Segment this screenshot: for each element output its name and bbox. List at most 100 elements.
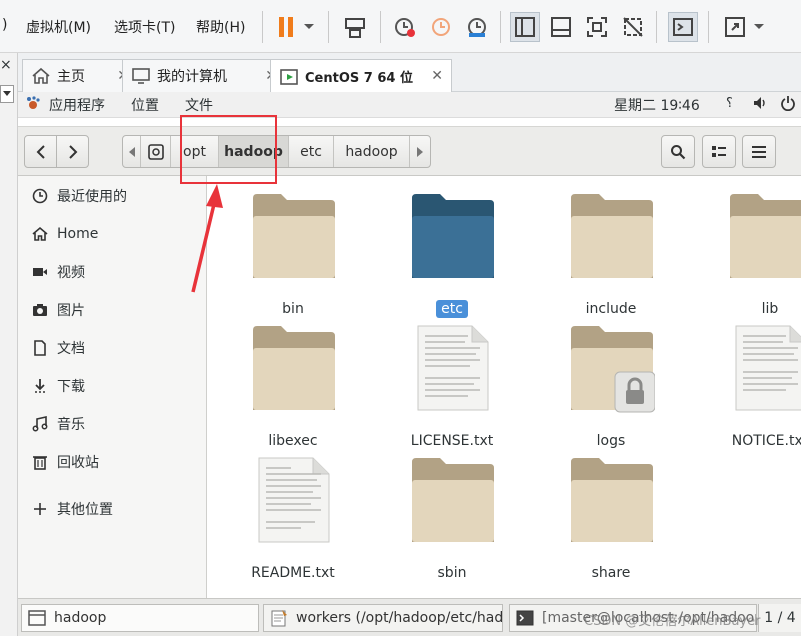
sidebar-item-downloads[interactable]: 下载 bbox=[18, 369, 207, 403]
clock[interactable]: 星期二 19∶46 bbox=[614, 95, 700, 115]
breadcrumb-scroll-right[interactable] bbox=[410, 136, 430, 167]
breadcrumb-hadoop-sub[interactable]: hadoop bbox=[334, 136, 410, 167]
view-toggle-button[interactable] bbox=[702, 135, 736, 168]
text-file-icon bbox=[258, 457, 330, 543]
back-button[interactable] bbox=[24, 135, 57, 168]
sidebar-item-documents[interactable]: 文档 bbox=[18, 331, 207, 365]
menu-tabs[interactable]: 选项卡(T) bbox=[114, 17, 175, 37]
file-item-lib[interactable]: lib bbox=[710, 192, 801, 322]
file-name: NOTICE.txt bbox=[731, 433, 801, 449]
file-name: logs bbox=[596, 433, 626, 449]
search-icon bbox=[671, 144, 686, 159]
menu-button[interactable] bbox=[742, 135, 776, 168]
task-item-hadoop[interactable]: hadoop bbox=[21, 604, 259, 632]
files-menu[interactable]: 文件 bbox=[185, 95, 213, 115]
task-item-workers[interactable]: workers (/opt/hadoop/etc/hado… bbox=[263, 604, 503, 632]
file-name: share bbox=[591, 565, 631, 581]
clock-icon bbox=[32, 188, 48, 204]
video-icon bbox=[32, 264, 48, 280]
file-name: sbin bbox=[437, 565, 467, 581]
file-name: README.txt bbox=[251, 565, 335, 581]
accessibility-icon[interactable]: ⸮ bbox=[726, 96, 733, 111]
sidebar-item-label: 视频 bbox=[57, 265, 85, 281]
workspace-pager[interactable]: 1 / 4 bbox=[758, 604, 801, 632]
vm-play-icon bbox=[280, 68, 298, 85]
file-grid: bin etc include lib libexec LICENSE.txt … bbox=[208, 176, 801, 598]
send-keys-icon[interactable] bbox=[340, 12, 370, 42]
gnome-top-bar: 应用程序 位置 文件 星期二 19∶46 ⸮ bbox=[18, 92, 801, 118]
file-item-include[interactable]: include bbox=[551, 192, 671, 322]
list-view-icon bbox=[712, 145, 726, 157]
task-label: [master@localhost:/opt/hadoop] bbox=[542, 610, 757, 626]
file-item-license[interactable]: LICENSE.txt bbox=[392, 324, 512, 454]
applications-menu[interactable]: 应用程序 bbox=[49, 95, 105, 115]
file-item-libexec[interactable]: libexec bbox=[233, 324, 353, 454]
sidebar-item-recent[interactable]: 最近使用的 bbox=[18, 179, 207, 213]
volume-icon[interactable] bbox=[752, 95, 768, 115]
annotation-highlight-box bbox=[180, 115, 277, 184]
sidebar-item-home[interactable]: Home bbox=[18, 217, 207, 251]
sidebar-view-icon[interactable] bbox=[510, 12, 540, 42]
gnome-foot-icon bbox=[26, 96, 40, 114]
hamburger-icon bbox=[752, 145, 766, 158]
snapshot-manager-icon[interactable] bbox=[462, 12, 492, 42]
text-editor-icon bbox=[271, 610, 287, 627]
file-name: include bbox=[585, 301, 637, 317]
sidebar-item-other-locations[interactable]: 其他位置 bbox=[18, 492, 207, 526]
folder-icon bbox=[412, 194, 494, 278]
chevron-down-icon[interactable] bbox=[748, 12, 770, 42]
vm-tab-bar: 主页 ✕ 我的计算机 ✕ CentOS 7 64 位 ✕ bbox=[18, 53, 801, 93]
dropdown-arrow-icon[interactable] bbox=[0, 85, 14, 103]
breadcrumb-etc[interactable]: etc bbox=[289, 136, 334, 167]
file-name: LICENSE.txt bbox=[410, 433, 494, 449]
stretch-icon[interactable] bbox=[720, 12, 750, 42]
power-icon[interactable] bbox=[780, 95, 796, 115]
toolbar-separator bbox=[708, 11, 709, 43]
close-icon[interactable]: ✕ bbox=[431, 68, 443, 84]
sidebar-item-label: 其他位置 bbox=[57, 502, 113, 518]
forward-button[interactable] bbox=[56, 135, 89, 168]
close-icon[interactable]: × bbox=[0, 57, 12, 73]
places-menu[interactable]: 位置 bbox=[131, 95, 159, 115]
file-item-etc[interactable]: etc bbox=[392, 192, 512, 322]
menu-help[interactable]: 帮助(H) bbox=[196, 17, 245, 37]
gnome-window-list: hadoop workers (/opt/hadoop/etc/hado… [m… bbox=[18, 598, 801, 636]
file-item-sbin[interactable]: sbin bbox=[392, 456, 512, 586]
fullscreen-icon[interactable] bbox=[582, 12, 612, 42]
task-item-terminal[interactable]: [master@localhost:/opt/hadoop] bbox=[509, 604, 757, 632]
file-item-notice[interactable]: NOTICE.txt bbox=[710, 324, 801, 454]
sidebar-item-label: 文档 bbox=[57, 341, 85, 357]
sidebar-item-pictures[interactable]: 图片 bbox=[18, 293, 207, 327]
search-button[interactable] bbox=[661, 135, 695, 168]
console-icon[interactable] bbox=[668, 12, 698, 42]
tab-label: CentOS 7 64 位 bbox=[305, 71, 413, 86]
tab-label: 主页 bbox=[57, 69, 85, 85]
folder-icon bbox=[730, 194, 801, 278]
file-name: etc bbox=[436, 300, 468, 318]
menu-item-partial[interactable]: ) bbox=[2, 17, 7, 33]
file-item-share[interactable]: share bbox=[551, 456, 671, 586]
file-item-logs[interactable]: logs bbox=[551, 324, 671, 454]
toolbar-separator bbox=[380, 11, 381, 43]
unity-mode-icon[interactable] bbox=[618, 12, 648, 42]
drive-icon[interactable] bbox=[141, 136, 171, 167]
task-label: workers (/opt/hadoop/etc/hado… bbox=[296, 610, 503, 626]
sidebar-item-music[interactable]: 音乐 bbox=[18, 407, 207, 441]
sidebar-item-trash[interactable]: 回收站 bbox=[18, 445, 207, 479]
revert-snapshot-icon[interactable] bbox=[426, 12, 456, 42]
tab-home[interactable]: 主页 ✕ bbox=[22, 59, 138, 92]
sidebar-item-videos[interactable]: 视频 bbox=[18, 255, 207, 289]
breadcrumb-scroll-left[interactable] bbox=[123, 136, 141, 167]
sidebar-item-label: 图片 bbox=[57, 303, 85, 319]
menu-vm[interactable]: 虚拟机(M) bbox=[26, 17, 91, 37]
file-item-bin[interactable]: bin bbox=[233, 192, 353, 322]
text-file-icon bbox=[735, 325, 801, 411]
file-manager-icon bbox=[28, 610, 46, 626]
tab-my-computer[interactable]: 我的计算机 ✕ bbox=[122, 59, 286, 92]
thumbnail-view-icon[interactable] bbox=[546, 12, 576, 42]
tab-centos[interactable]: CentOS 7 64 位 ✕ bbox=[270, 59, 452, 93]
chevron-down-icon[interactable] bbox=[298, 12, 320, 42]
file-item-readme[interactable]: README.txt bbox=[233, 456, 353, 586]
monitor-icon bbox=[132, 68, 150, 84]
snapshot-icon[interactable] bbox=[390, 12, 420, 42]
